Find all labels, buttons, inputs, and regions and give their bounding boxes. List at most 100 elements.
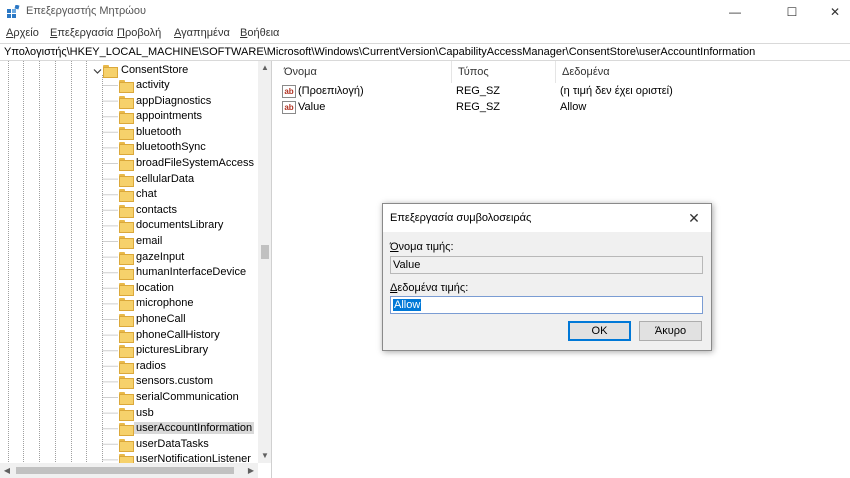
tree-item[interactable]: microphone bbox=[0, 296, 258, 312]
folder-icon bbox=[119, 236, 134, 249]
folder-icon bbox=[119, 189, 134, 203]
address-bar[interactable]: Υπολογιστής\HKEY_LOCAL_MACHINE\SOFTWARE\… bbox=[0, 43, 850, 61]
list-item[interactable]: ab Value REG_SZ Allow bbox=[278, 100, 850, 116]
folder-icon bbox=[119, 298, 134, 312]
tree-item[interactable]: email bbox=[0, 234, 258, 249]
collapse-icon[interactable] bbox=[93, 67, 102, 76]
folder-icon bbox=[119, 111, 134, 125]
scroll-down-icon[interactable]: ▼ bbox=[258, 449, 271, 463]
horizontal-scroll-thumb[interactable] bbox=[16, 467, 234, 474]
scroll-up-icon[interactable]: ▲ bbox=[258, 61, 271, 75]
folder-icon bbox=[119, 314, 134, 327]
tree-item[interactable]: radios bbox=[0, 359, 258, 374]
tree-item[interactable]: documentsLibrary bbox=[0, 218, 258, 234]
tree-item[interactable]: sensors.custom bbox=[0, 374, 258, 390]
tree-item[interactable]: humanInterfaceDevice bbox=[0, 265, 258, 281]
value-data-label: Δεδομένα τιμής: bbox=[390, 282, 469, 294]
tree-item[interactable]: chat bbox=[0, 187, 258, 203]
tree-item[interactable]: userDataTasks bbox=[0, 437, 258, 452]
folder-icon bbox=[119, 142, 134, 156]
tree-vertical-scrollbar[interactable]: ▲ ▼ bbox=[258, 61, 271, 463]
tree-item-label: contacts bbox=[136, 203, 177, 216]
tree-item-label: phoneCall bbox=[136, 313, 186, 325]
tree-item[interactable]: broadFileSystemAccess bbox=[0, 156, 258, 171]
folder-icon bbox=[119, 80, 134, 93]
maximize-button[interactable]: ☐ bbox=[769, 0, 815, 24]
folder-icon bbox=[119, 126, 134, 140]
tree-item[interactable]: activity bbox=[0, 78, 258, 93]
folder-icon bbox=[119, 267, 134, 281]
string-value-icon: ab bbox=[282, 101, 296, 114]
value-name: (Προεπιλογή) bbox=[298, 85, 364, 97]
tree-item-label: appDiagnostics bbox=[136, 94, 212, 107]
tree-item[interactable]: cellularData bbox=[0, 172, 258, 187]
tree-item-label: userAccountInformation bbox=[134, 422, 255, 435]
folder-icon bbox=[119, 423, 134, 437]
scroll-right-icon[interactable]: ▶ bbox=[244, 463, 258, 478]
address-path[interactable]: Υπολογιστής\HKEY_LOCAL_MACHINE\SOFTWARE\… bbox=[4, 46, 755, 58]
menu-view[interactable]: Προβολή bbox=[117, 27, 161, 39]
tree-item[interactable]: phoneCallHistory bbox=[0, 328, 258, 343]
tree-item-label: phoneCallHistory bbox=[136, 328, 220, 341]
menu-help[interactable]: Βοήθεια bbox=[240, 27, 279, 39]
menu-edit[interactable]: Επεξεργασία bbox=[50, 27, 113, 39]
tree-item-label: cellularData bbox=[136, 172, 195, 185]
folder-icon bbox=[119, 95, 134, 109]
folder-icon bbox=[119, 407, 134, 421]
tree-item-label: ConsentStore bbox=[121, 64, 189, 76]
menu-bar: Αρχείο Επεξεργασία Προβολή Αγαπημένα Βοή… bbox=[0, 24, 850, 43]
menu-favorites[interactable]: Αγαπημένα bbox=[174, 27, 230, 39]
tree-item-label: bluetoothSync bbox=[136, 141, 206, 154]
folder-icon bbox=[119, 220, 134, 234]
folder-icon bbox=[119, 392, 134, 405]
folder-icon bbox=[119, 345, 134, 359]
column-header-data[interactable]: Δεδομένα bbox=[556, 61, 806, 83]
list-header: Όνομα Τύπος Δεδομένα bbox=[278, 61, 850, 83]
list-item[interactable]: ab (Προεπιλογή) REG_SZ (η τιμή δεν έχει … bbox=[278, 84, 850, 100]
folder-open-icon bbox=[103, 65, 118, 78]
tree-item[interactable]: appDiagnostics bbox=[0, 94, 258, 109]
column-header-type[interactable]: Τύπος bbox=[452, 61, 556, 83]
value-name-label: Όνομα τιμής: bbox=[390, 241, 454, 253]
ok-button[interactable]: OK bbox=[568, 321, 631, 341]
tree-item[interactable]: gazeInput bbox=[0, 250, 258, 265]
value-data-input[interactable]: Allow bbox=[390, 296, 703, 314]
scroll-left-icon[interactable]: ◀ bbox=[0, 463, 14, 478]
minimize-button[interactable]: — bbox=[712, 0, 758, 24]
tree-item-label: gazeInput bbox=[136, 250, 185, 263]
dialog-close-button[interactable]: ✕ bbox=[683, 208, 705, 228]
tree-item-label: email bbox=[136, 235, 163, 247]
tree-item[interactable]: appointments bbox=[0, 109, 258, 125]
tree-horizontal-scrollbar[interactable]: ◀ ▶ bbox=[0, 463, 258, 478]
tree-item[interactable]: bluetoothSync bbox=[0, 140, 258, 156]
tree-item-label: location bbox=[136, 281, 174, 294]
registry-editor-icon bbox=[7, 5, 20, 18]
value-type: REG_SZ bbox=[456, 85, 501, 97]
tree-item[interactable]: userAccountInformation bbox=[0, 421, 258, 437]
value-name-field[interactable]: Value bbox=[390, 256, 703, 274]
tree-item[interactable]: serialCommunication bbox=[0, 390, 258, 405]
tree-item-label: activity bbox=[136, 79, 170, 91]
tree-item-label: userDataTasks bbox=[136, 437, 209, 450]
cancel-button[interactable]: Άκυρο bbox=[639, 321, 702, 341]
string-value-icon: ab bbox=[282, 85, 296, 98]
vertical-scroll-thumb[interactable] bbox=[261, 245, 269, 259]
folder-icon bbox=[119, 251, 134, 265]
key-tree-pane[interactable]: ConsentStore activity appDiagnostics appoin… bbox=[0, 61, 272, 478]
tree-item[interactable]: phoneCall bbox=[0, 312, 258, 327]
folder-icon bbox=[119, 282, 134, 296]
tree-item[interactable]: usb bbox=[0, 406, 258, 421]
tree-item-label: humanInterfaceDevice bbox=[136, 266, 247, 279]
tree-item[interactable]: contacts bbox=[0, 203, 258, 218]
tree-item[interactable]: bluetooth bbox=[0, 125, 258, 140]
tree-item[interactable]: location bbox=[0, 281, 258, 296]
menu-file[interactable]: Αρχείο bbox=[6, 27, 39, 39]
tree-item-consentstore[interactable]: ConsentStore bbox=[0, 63, 258, 78]
column-header-name[interactable]: Όνομα bbox=[278, 61, 452, 83]
tree-item-label: microphone bbox=[136, 297, 194, 310]
tree-item-label: bluetooth bbox=[136, 125, 182, 138]
tree-item-label: picturesLibrary bbox=[136, 344, 209, 357]
edit-string-dialog: Επεξεργασία συμβολοσειράς ✕ Όνομα τιμής:… bbox=[382, 203, 712, 351]
tree-item[interactable]: picturesLibrary bbox=[0, 343, 258, 359]
close-button[interactable]: ✕ bbox=[812, 0, 850, 24]
